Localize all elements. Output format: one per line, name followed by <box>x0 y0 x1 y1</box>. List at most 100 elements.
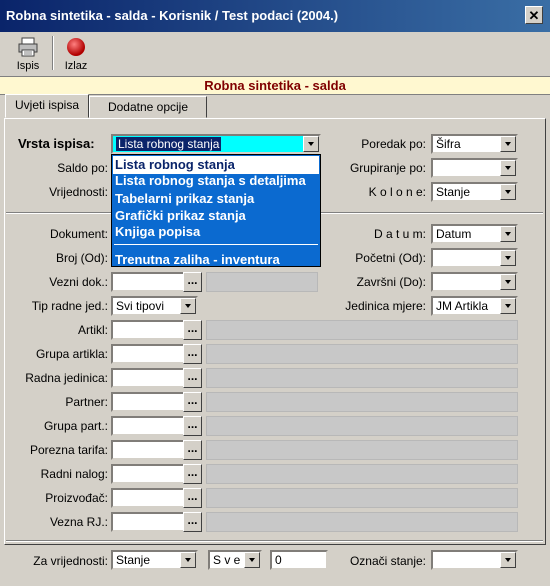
dokument-label: Dokument: <box>49 227 108 241</box>
vrsta-ispisa-value: Lista robnog stanja <box>116 137 222 151</box>
filter-description <box>206 416 518 436</box>
chevron-down-icon[interactable] <box>500 274 516 290</box>
chevron-down-icon[interactable] <box>303 136 319 152</box>
sve-value: S v e <box>213 553 241 567</box>
filter-description <box>206 464 518 484</box>
filter-input[interactable] <box>111 392 186 412</box>
close-button[interactable]: ✕ <box>525 6 543 24</box>
printer-icon <box>18 37 38 57</box>
filter-input[interactable] <box>111 488 186 508</box>
filter-label: Porezna tarifa: <box>29 443 108 457</box>
value-input-text: 0 <box>275 553 282 567</box>
grupiranje-combo[interactable] <box>431 158 518 178</box>
exit-button[interactable]: Izlaz <box>58 35 94 73</box>
filter-description <box>206 440 518 460</box>
filter-input[interactable] <box>111 464 186 484</box>
oznaci-stanje-combo[interactable] <box>431 550 518 570</box>
broj-label: Broj (Od): <box>55 251 108 265</box>
title-bar: Robna sintetika - salda - Korisnik / Tes… <box>0 0 550 32</box>
filter-browse-button[interactable]: ... <box>183 464 202 484</box>
value-input[interactable]: 0 <box>270 550 328 570</box>
jedinica-mjere-value: JM Artikla <box>436 299 489 313</box>
grupiranje-label: Grupiranje po: <box>349 161 426 175</box>
saldo-po-label: Saldo po: <box>57 161 108 175</box>
filter-browse-button[interactable]: ... <box>183 416 202 436</box>
filter-description <box>206 392 518 412</box>
zavrsni-combo[interactable] <box>431 272 518 292</box>
filter-description <box>206 320 518 340</box>
datum-value: Datum <box>436 227 472 241</box>
chevron-down-icon[interactable] <box>500 552 516 568</box>
filter-input[interactable] <box>111 512 186 532</box>
print-button[interactable]: Ispis <box>10 35 46 73</box>
tip-radne-combo[interactable]: Svi tipovi <box>111 296 198 316</box>
dropdown-item[interactable]: Tabelarni prikaz stanja <box>115 190 254 208</box>
filter-browse-button[interactable]: ... <box>183 488 202 508</box>
poredak-value: Šifra <box>436 137 461 151</box>
toolbar-separator <box>52 36 54 70</box>
vezni-dok-label: Vezni dok.: <box>49 275 108 289</box>
filter-browse-button[interactable]: ... <box>183 320 202 340</box>
exit-label: Izlaz <box>64 60 88 72</box>
filter-label: Radni nalog: <box>40 467 108 481</box>
vrsta-ispisa-label: Vrsta ispisa: <box>18 136 95 151</box>
oznaci-stanje-label: Označi stanje: <box>349 554 426 568</box>
filter-browse-button[interactable]: ... <box>183 344 202 364</box>
chevron-down-icon[interactable] <box>500 250 516 266</box>
pocetni-combo[interactable] <box>431 248 518 268</box>
jedinica-mjere-combo[interactable]: JM Artikla <box>431 296 518 316</box>
pocetni-label: Početni (Od): <box>355 251 426 265</box>
za-vrijednosti-value: Stanje <box>116 553 151 567</box>
filter-input[interactable] <box>111 416 186 436</box>
vrsta-ispisa-dropdown-list[interactable]: Lista robnog stanja Lista robnog stanja … <box>111 154 321 267</box>
filter-description <box>206 368 518 388</box>
filter-input[interactable] <box>111 320 186 340</box>
kolone-value: Stanje <box>436 185 471 199</box>
za-vrijednosti-label: Za vrijednosti: <box>33 554 108 568</box>
chevron-down-icon[interactable] <box>500 160 516 176</box>
filter-label: Vezna RJ.: <box>49 515 108 529</box>
filter-label: Artikl: <box>78 323 108 337</box>
chevron-down-icon[interactable] <box>500 184 516 200</box>
tip-radne-value: Svi tipovi <box>116 299 165 313</box>
datum-label: D a t u m: <box>373 227 426 241</box>
kolone-combo[interactable]: Stanje <box>431 182 518 202</box>
filter-browse-button[interactable]: ... <box>183 368 202 388</box>
filter-browse-button[interactable]: ... <box>183 392 202 412</box>
vezni-dok-input[interactable] <box>111 272 186 292</box>
dropdown-separator <box>114 244 318 245</box>
print-label: Ispis <box>16 60 40 72</box>
filter-description <box>206 512 518 532</box>
filter-input[interactable] <box>111 344 186 364</box>
vrsta-ispisa-combo[interactable]: Lista robnog stanja <box>111 134 321 154</box>
dropdown-item[interactable]: Trenutna zaliha - inventura <box>115 251 280 266</box>
poredak-combo[interactable]: Šifra <box>431 134 518 154</box>
filter-input[interactable] <box>111 440 186 460</box>
page-header: Robna sintetika - salda <box>0 77 550 95</box>
filter-browse-button[interactable]: ... <box>183 440 202 460</box>
datum-combo[interactable]: Datum <box>431 224 518 244</box>
za-vrijednosti-combo[interactable]: Stanje <box>111 550 198 570</box>
dropdown-item[interactable]: Knjiga popisa <box>115 223 200 241</box>
jedinica-mjere-label: Jedinica mjere: <box>345 299 426 313</box>
chevron-down-icon[interactable] <box>500 298 516 314</box>
filter-input[interactable] <box>111 368 186 388</box>
chevron-down-icon[interactable] <box>180 298 196 314</box>
dropdown-item[interactable]: Lista robnog stanja s detaljima <box>115 172 306 190</box>
filter-label: Grupa part.: <box>43 419 108 433</box>
zavrsni-label: Završni (Do): <box>356 275 426 289</box>
bottom-divider <box>6 540 543 542</box>
chevron-down-icon[interactable] <box>500 136 516 152</box>
sve-combo[interactable]: S v e <box>208 550 262 570</box>
chevron-down-icon[interactable] <box>500 226 516 242</box>
vezni-dok-description <box>206 272 318 292</box>
filter-label: Grupa artikla: <box>35 347 108 361</box>
chevron-down-icon[interactable] <box>180 552 196 568</box>
exit-icon <box>67 38 85 56</box>
filter-label: Partner: <box>65 395 108 409</box>
filter-browse-button[interactable]: ... <box>183 512 202 532</box>
tab-uvjeti-ispisa[interactable]: Uvjeti ispisa <box>5 94 89 118</box>
chevron-down-icon[interactable] <box>244 552 260 568</box>
vezni-dok-browse-button[interactable]: ... <box>183 272 202 292</box>
tab-dodatne-opcije[interactable]: Dodatne opcije <box>89 96 207 118</box>
